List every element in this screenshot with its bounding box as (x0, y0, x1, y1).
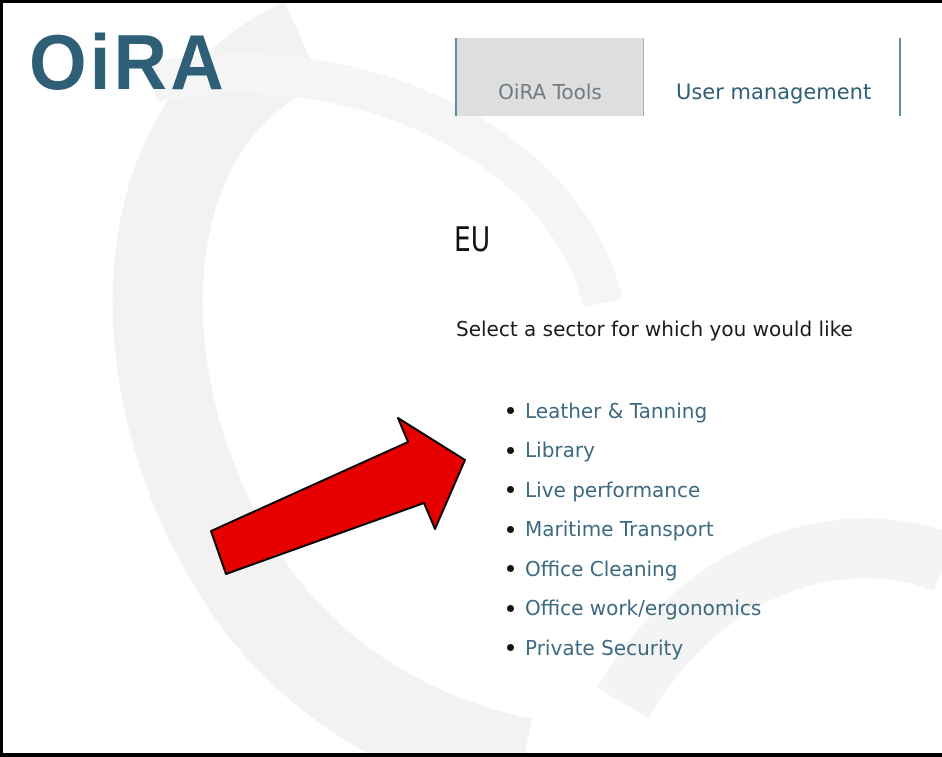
list-item: Office Cleaning (507, 549, 761, 589)
bullet-icon (507, 604, 514, 612)
bullet-icon (507, 446, 514, 454)
sector-list: Leather & Tanning Library Live performan… (507, 391, 761, 668)
browser-viewport: OiRA OiRA Tools User management EU Selec… (0, 0, 942, 757)
list-item: Office work/ergonomics (507, 589, 761, 629)
sector-link-live-performance[interactable]: Live performance (525, 478, 700, 502)
sector-link-maritime-transport[interactable]: Maritime Transport (525, 517, 714, 541)
sector-link-office-cleaning[interactable]: Office Cleaning (525, 557, 677, 581)
sector-intro-text: Select a sector for which you would like (456, 317, 853, 341)
list-item: Maritime Transport (507, 510, 761, 550)
bullet-icon (507, 565, 514, 573)
tab-user-management[interactable]: User management (644, 38, 902, 116)
sector-link-private-security[interactable]: Private Security (525, 636, 683, 660)
red-arrow-icon (210, 417, 466, 575)
bullet-icon (507, 525, 514, 533)
sector-link-office-work-ergonomics[interactable]: Office work/ergonomics (525, 596, 761, 620)
list-item: Private Security (507, 628, 761, 668)
sector-link-leather-tanning[interactable]: Leather & Tanning (525, 399, 707, 423)
page-title: EU (454, 220, 491, 260)
tab-user-management-label: User management (676, 80, 872, 104)
bullet-icon (507, 407, 514, 415)
list-item: Leather & Tanning (507, 391, 761, 431)
list-item: Library (507, 431, 761, 471)
logo-text: OiRA (29, 23, 224, 103)
bullet-icon (507, 644, 514, 652)
sector-link-library[interactable]: Library (525, 438, 595, 462)
main-tabs: OiRA Tools User management (455, 38, 902, 118)
tab-oira-tools-label: OiRA Tools (498, 80, 602, 104)
oira-logo[interactable]: OiRA (29, 23, 229, 103)
list-item: Live performance (507, 470, 761, 510)
tab-oira-tools[interactable]: OiRA Tools (455, 38, 644, 116)
bullet-icon (507, 486, 514, 494)
